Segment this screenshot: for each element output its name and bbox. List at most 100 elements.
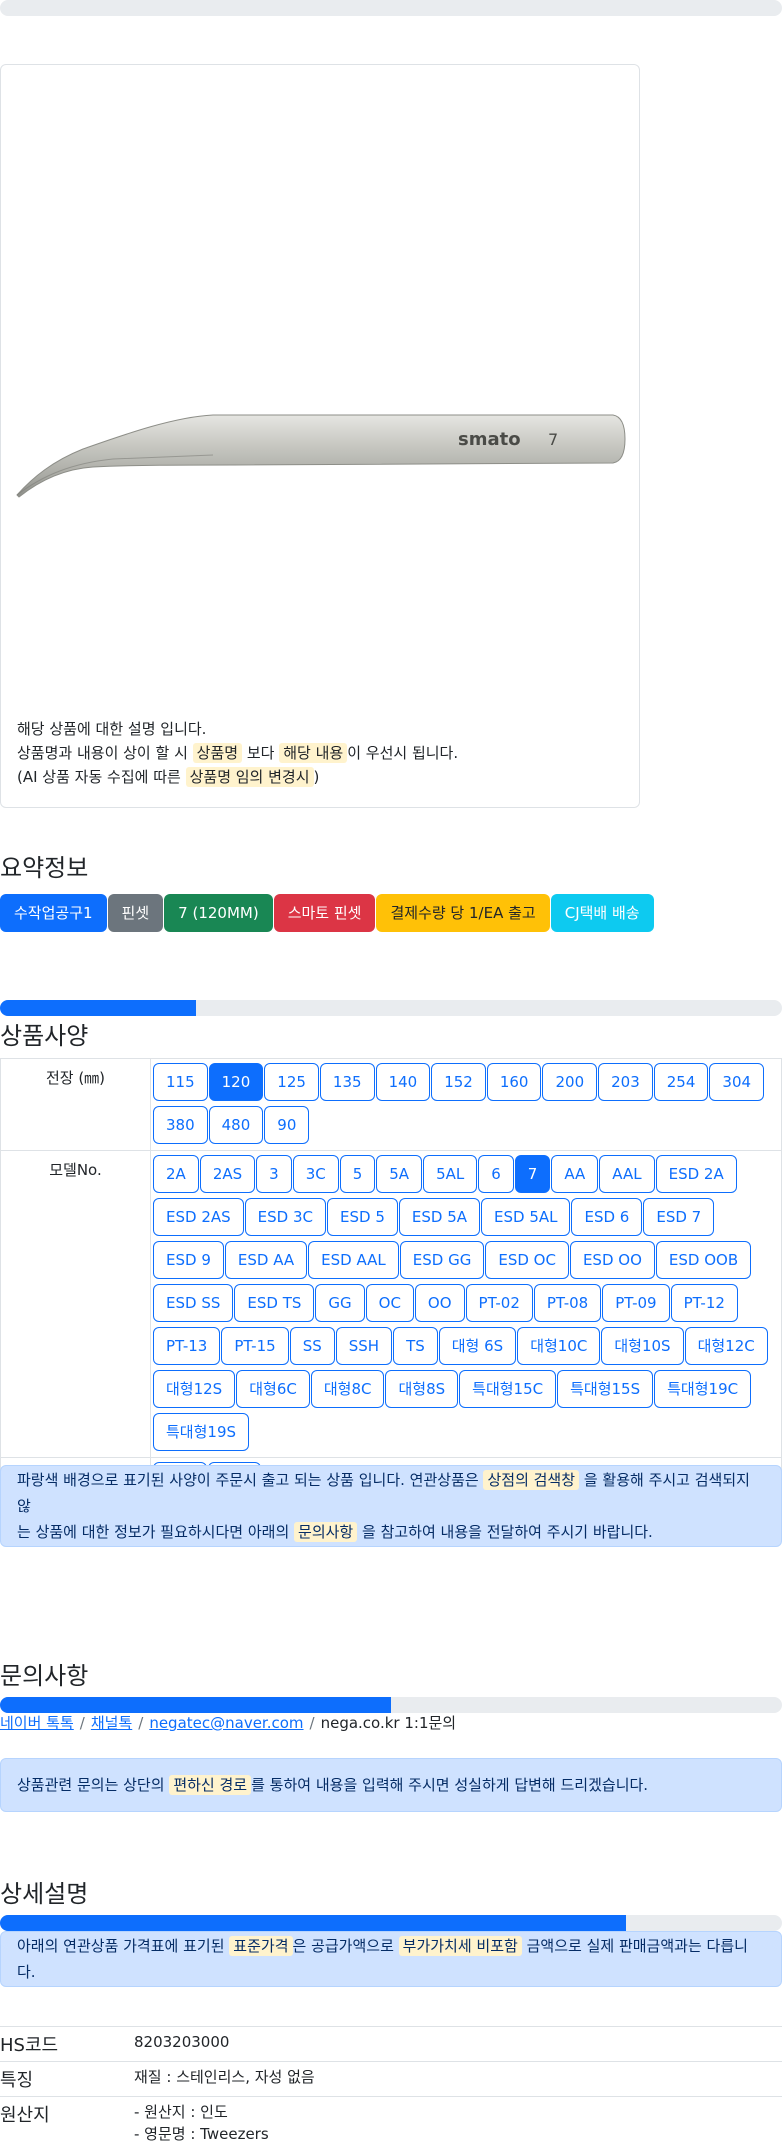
detail-info-table: HS코드 8203203000 특징 재질 : 스테인리스, 자성 없음 원산지…	[0, 2026, 782, 2144]
spec-option-button[interactable]: 152	[431, 1063, 486, 1101]
spec-option-button[interactable]: 특대형19S	[153, 1413, 250, 1451]
spec-option-button[interactable]: 140	[375, 1063, 431, 1101]
spec-option-button[interactable]: 대형8S	[385, 1370, 459, 1408]
spec-option-button[interactable]: 200	[542, 1063, 598, 1101]
highlight-name-change: 상품명 임의 변경시	[185, 767, 314, 787]
spec-option-button[interactable]: SSH	[335, 1327, 393, 1365]
inquiry-progress-fill	[0, 1697, 391, 1713]
spec-option-button[interactable]: 3C	[292, 1155, 339, 1193]
spec-option-button[interactable]: ESD 2A	[655, 1155, 737, 1193]
spec-option-button[interactable]: ESD 5	[327, 1198, 398, 1236]
spec-option-button[interactable]: 6	[478, 1155, 514, 1193]
spec-option-button[interactable]: 125	[264, 1063, 319, 1101]
spec-option-button[interactable]: 대형6C	[236, 1370, 310, 1408]
spec-option-button[interactable]: SS	[289, 1327, 335, 1365]
spec-option-button[interactable]: 대형10C	[517, 1327, 601, 1365]
summary-badge: 7 (120MM)	[164, 894, 273, 932]
spec-option-button[interactable]: PT-08	[533, 1284, 602, 1322]
spec-option-button[interactable]: 380	[153, 1106, 208, 1144]
spec-option-button[interactable]: ESD 2AS	[153, 1198, 244, 1236]
spec-option-button[interactable]: ESD 7	[643, 1198, 715, 1236]
spec-option-button[interactable]: 7	[514, 1155, 551, 1193]
naver-talktalk-link[interactable]: 네이버 톡톡	[0, 1714, 74, 1732]
spec-option-button[interactable]: 115	[153, 1063, 208, 1101]
spec-option-button[interactable]: ESD OOB	[655, 1241, 752, 1279]
info-key: HS코드	[0, 2026, 134, 2062]
inquiry-notice: 상품관련 문의는 상단의 편하신 경로 를 통하여 내용을 입력해 주시면 성실하…	[0, 1758, 782, 1812]
highlight-product-name: 상품명	[192, 743, 243, 763]
notice-text: 을 참고하여 내용을 전달하여 주시기 바랍니다.	[362, 1523, 653, 1541]
spec-option-button[interactable]: 특대형15C	[459, 1370, 557, 1408]
spec-option-button[interactable]: 대형12C	[684, 1327, 768, 1365]
spec-table: 전장 (㎜) 115 120 125 135 140 152 160 200 203 254 304 3…	[0, 1058, 782, 1507]
separator: /	[138, 1714, 144, 1732]
notice-text: 를 통하여 내용을 입력해 주시면 성실하게 답변해 드리겠습니다.	[251, 1776, 649, 1794]
spec-option-button[interactable]: OC	[365, 1284, 414, 1322]
notice-text: 은 공급가액으로	[292, 1937, 394, 1955]
tweezers-image: smato 7	[16, 414, 626, 498]
spec-option-button[interactable]: 304	[709, 1063, 765, 1101]
summary-badge: 결제수량 당 1/EA 출고	[376, 894, 550, 932]
spec-option-button[interactable]: 3	[256, 1155, 292, 1193]
spec-option-button[interactable]: ESD 5A	[398, 1198, 480, 1236]
spec-option-button[interactable]: 2AS	[199, 1155, 256, 1193]
spec-option-button[interactable]: 160	[486, 1063, 542, 1101]
separator: /	[79, 1714, 85, 1732]
spec-option-button[interactable]: PT-13	[153, 1327, 221, 1365]
spec-option-button[interactable]: AAL	[599, 1155, 655, 1193]
spec-option-button[interactable]: PT-15	[221, 1327, 289, 1365]
notice-text: 상품명과 내용이 상이 할 시	[17, 744, 188, 762]
spec-option-button[interactable]: ESD 5AL	[481, 1198, 571, 1236]
spec-label: 모델No.	[0, 1150, 151, 1458]
spec-option-button[interactable]: TS	[393, 1327, 438, 1365]
spec-option-button[interactable]: 480	[208, 1106, 264, 1144]
spec-option-button[interactable]: 대형10S	[601, 1327, 684, 1365]
spec-option-button[interactable]: 120	[208, 1063, 264, 1101]
spec-option-button[interactable]: AA	[551, 1155, 599, 1193]
spec-option-button[interactable]: GG	[315, 1284, 365, 1322]
detail-notice: 아래의 연관상품 가격표에 표기된 표준가격 은 공급가액으로 부가가치세 비포함…	[0, 1931, 782, 1987]
channel-talk-link[interactable]: 채널톡	[91, 1714, 132, 1732]
highlight-route: 편하신 경로	[169, 1775, 252, 1795]
spec-option-button[interactable]: 5A	[376, 1155, 423, 1193]
notice-text: 상품관련 문의는 상단의	[17, 1776, 165, 1794]
spec-option-button[interactable]: OO	[414, 1284, 465, 1322]
spec-option-button[interactable]: ESD SS	[153, 1284, 234, 1322]
spec-option-button[interactable]: 대형12S	[153, 1370, 236, 1408]
inquiry-progress	[0, 1697, 782, 1713]
detail-notice-line: 아래의 연관상품 가격표에 표기된 표준가격 은 공급가액으로 부가가치세 비포함…	[17, 1933, 765, 1985]
spec-option-button[interactable]: ESD AAL	[308, 1241, 399, 1279]
spec-option-button[interactable]: 254	[653, 1063, 709, 1101]
email-link[interactable]: negatec@naver.com	[149, 1714, 303, 1732]
spec-option-button[interactable]: 90	[264, 1106, 310, 1144]
summary-badges: 수작업공구1 핀셋 7 (120MM) 스마토 핀셋 결제수량 당 1/EA 출고 CJ택…	[0, 894, 654, 932]
spec-option-button[interactable]: 203	[598, 1063, 653, 1101]
spec-option-button[interactable]: ESD GG	[399, 1241, 485, 1279]
spec-option-button[interactable]: 대형 6S	[438, 1327, 517, 1365]
spec-option-button[interactable]: 특대형19C	[654, 1370, 752, 1408]
spec-option-button[interactable]: ESD TS	[234, 1284, 315, 1322]
spec-options: 115 120 125 135 140 152 160 200 203 254 304 380 480 9…	[153, 1063, 779, 1148]
spec-option-button[interactable]: ESD AA	[224, 1241, 308, 1279]
notice-text: 보다	[246, 744, 275, 762]
spec-option-button[interactable]: ESD 3C	[244, 1198, 326, 1236]
spec-option-button[interactable]: 대형8C	[310, 1370, 385, 1408]
spec-label: 전장 (㎜)	[0, 1058, 151, 1151]
spec-option-button[interactable]: 5AL	[423, 1155, 478, 1193]
site-inquiry-text: nega.co.kr 1:1문의	[320, 1714, 457, 1732]
spec-option-button[interactable]: ESD OC	[485, 1241, 569, 1279]
spec-option-button[interactable]: 135	[319, 1063, 375, 1101]
spec-option-button[interactable]: 5	[339, 1155, 376, 1193]
spec-option-button[interactable]: ESD 9	[153, 1241, 224, 1279]
spec-option-button[interactable]: ESD 6	[571, 1198, 643, 1236]
spec-option-button[interactable]: PT-09	[602, 1284, 670, 1322]
info-key: 특징	[0, 2061, 134, 2097]
spec-option-button[interactable]: PT-12	[670, 1284, 738, 1322]
spec-option-button[interactable]: 특대형15S	[557, 1370, 654, 1408]
spec-option-button[interactable]: PT-02	[465, 1284, 533, 1322]
spec-notice-line-1: 파랑색 배경으로 표기된 사양이 주문시 출고 되는 상품 입니다. 연관상품은…	[17, 1467, 765, 1519]
spec-option-button[interactable]: ESD OO	[569, 1241, 655, 1279]
spec-option-button[interactable]: 2A	[153, 1155, 199, 1193]
summary-badge: 스마토 핀셋	[273, 894, 376, 932]
highlight-inquiry: 문의사항	[294, 1522, 358, 1542]
